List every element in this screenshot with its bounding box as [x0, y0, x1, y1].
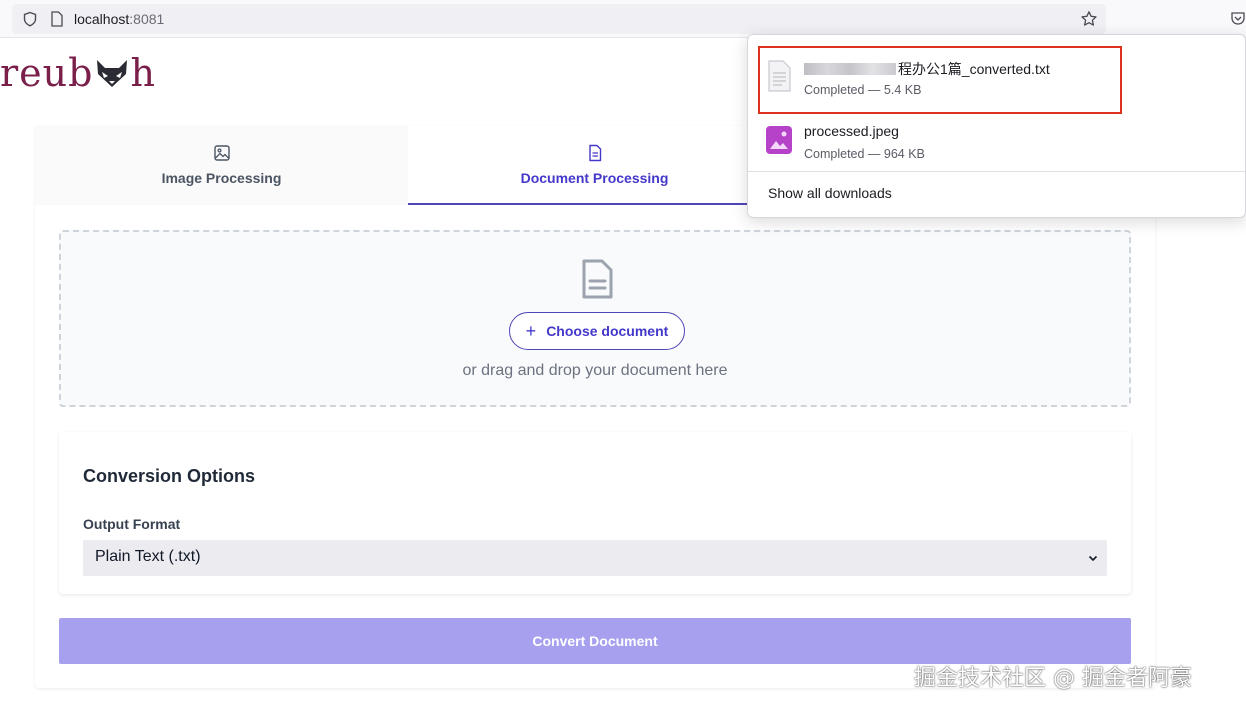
download-filename: processed.jpeg — [804, 123, 899, 139]
document-icon — [582, 259, 613, 299]
url-host: localhost — [74, 11, 130, 27]
logo-text-end: h — [130, 51, 156, 95]
tab-image-processing[interactable]: Image Processing — [35, 126, 408, 205]
logo-text: reub — [0, 51, 94, 95]
page-icon — [51, 11, 63, 27]
chevron-down-icon — [1088, 555, 1098, 562]
divider — [748, 171, 1245, 172]
tab-label: Image Processing — [161, 170, 282, 186]
download-status: Completed — 964 KB — [804, 147, 925, 161]
bookmark-star-icon[interactable] — [1080, 10, 1098, 28]
conversion-options-panel: Conversion Options Output Format Plain T… — [59, 432, 1131, 594]
downloads-panel: 程办公1篇_converted.txt Completed — 5.4 KB p… — [747, 34, 1246, 218]
fox-logo-icon — [97, 60, 128, 87]
plus-icon: + — [525, 320, 537, 341]
image-file-icon — [766, 126, 792, 154]
address-bar[interactable]: localhost:8081 — [12, 4, 1106, 34]
url-port: :8081 — [129, 11, 165, 27]
convert-document-button[interactable]: Convert Document — [59, 618, 1131, 664]
section-title: Conversion Options — [83, 466, 256, 486]
tab-document-processing[interactable]: Document Processing — [408, 126, 781, 205]
red-highlight-box — [758, 46, 1122, 114]
url-text[interactable]: localhost:8081 — [74, 11, 164, 27]
browser-toolbar: localhost:8081 — [0, 0, 1246, 38]
tab-label: Document Processing — [520, 170, 669, 186]
drag-drop-hint: or drag and drop your document here — [462, 362, 728, 379]
document-dropzone[interactable]: + Choose document or drag and drop your … — [59, 230, 1131, 407]
pocket-icon[interactable] — [1230, 10, 1246, 26]
download-item[interactable]: processed.jpeg Completed — 964 KB — [758, 113, 1128, 177]
choose-document-button[interactable]: + Choose document — [509, 312, 685, 350]
show-all-downloads-link[interactable]: Show all downloads — [768, 185, 892, 201]
app-logo[interactable]: reub h — [0, 52, 156, 94]
choose-document-label: Choose document — [546, 323, 669, 339]
selected-value: Plain Text (.txt) — [95, 548, 201, 565]
convert-label: Convert Document — [532, 633, 658, 649]
output-format-label: Output Format — [83, 516, 181, 532]
watermark: 掘金技术社区 @ 掘金者阿豪 — [914, 666, 1192, 691]
output-format-select[interactable]: Plain Text (.txt) — [83, 540, 1107, 576]
document-icon — [588, 144, 601, 162]
shield-icon[interactable] — [22, 11, 38, 27]
image-icon — [213, 145, 230, 161]
